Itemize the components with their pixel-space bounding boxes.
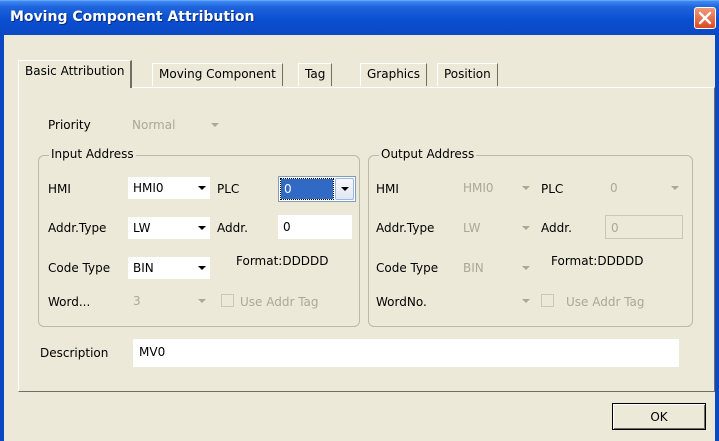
output-plc-select[interactable]: 0 (605, 177, 683, 199)
output-addr-type-label: Addr.Type (376, 221, 435, 235)
output-addr-type-value: LW (463, 221, 481, 235)
chevron-down-icon (522, 226, 530, 230)
tab-graphics[interactable]: Graphics (360, 63, 427, 86)
output-plc-value: 0 (610, 181, 618, 195)
tab-label: Moving Component (159, 67, 276, 81)
tab-tag[interactable]: Tag (298, 63, 333, 86)
description-label: Description (40, 346, 109, 360)
input-format-text: Format:DDDDD (236, 254, 329, 268)
chevron-down-icon (522, 299, 530, 303)
input-plc-value: 0 (284, 182, 292, 196)
chevron-down-icon (198, 299, 206, 303)
tab-label: Basic Attribution (25, 64, 125, 78)
chevron-down-icon (198, 266, 206, 270)
input-hmi-value: HMI0 (133, 181, 164, 195)
input-code-type-value: BIN (133, 261, 154, 275)
input-word-value: 3 (133, 294, 141, 308)
output-word-no-label: WordNo. (376, 295, 427, 309)
tab-label: Tag (305, 67, 326, 81)
chevron-down-icon (341, 187, 349, 191)
chevron-down-icon (671, 186, 679, 190)
output-hmi-label: HMI (376, 182, 399, 196)
input-plc-select[interactable]: 0 (278, 176, 356, 202)
priority-label: Priority (48, 118, 91, 132)
input-addr-label: Addr. (217, 221, 248, 235)
input-addr-type-value: LW (133, 221, 151, 235)
output-addr-type-select[interactable]: LW (458, 217, 534, 239)
input-addr-field[interactable]: 0 (278, 215, 352, 239)
input-use-addr-tag-checkbox[interactable] (221, 294, 234, 307)
output-use-addr-tag-label: Use Addr Tag (566, 295, 645, 309)
input-word-label: Word... (48, 295, 91, 309)
window-title: Moving Component Attribution (10, 9, 255, 25)
input-address-legend: Input Address (49, 147, 136, 161)
ok-button[interactable]: OK (612, 403, 706, 430)
chevron-down-icon (211, 123, 219, 127)
output-word-no-select[interactable] (458, 290, 534, 312)
description-field[interactable]: MV0 (133, 339, 679, 367)
input-addr-type-label: Addr.Type (48, 221, 107, 235)
output-hmi-select[interactable]: HMI0 (458, 177, 534, 199)
chevron-down-icon (522, 266, 530, 270)
output-code-type-value: BIN (463, 261, 484, 275)
output-use-addr-tag-checkbox[interactable] (541, 294, 554, 307)
tab-basic-attribution[interactable]: Basic Attribution (18, 60, 133, 88)
input-use-addr-tag-label: Use Addr Tag (240, 295, 319, 309)
output-address-legend: Output Address (379, 147, 477, 161)
chevron-down-icon (198, 186, 206, 190)
chevron-down-icon (522, 186, 530, 190)
input-word-select[interactable]: 3 (128, 290, 210, 312)
output-format-text: Format:DDDDD (551, 254, 644, 268)
tab-position[interactable]: Position (437, 63, 498, 86)
input-code-type-select[interactable]: BIN (128, 257, 210, 279)
output-addr-value: 0 (611, 221, 619, 235)
output-addr-field[interactable]: 0 (605, 215, 683, 239)
input-plc-selection: 0 (280, 178, 334, 200)
priority-value: Normal (132, 118, 176, 132)
window-frame-right (715, 35, 719, 441)
output-plc-label: PLC (541, 182, 564, 196)
close-icon (698, 11, 712, 25)
close-button[interactable] (694, 7, 716, 29)
ok-button-label: OK (650, 410, 668, 424)
input-code-type-label: Code Type (48, 261, 111, 275)
tab-moving-component[interactable]: Moving Component (152, 63, 283, 86)
output-addr-label: Addr. (541, 221, 572, 235)
input-addr-value: 0 (283, 220, 291, 234)
output-code-type-label: Code Type (376, 261, 439, 275)
description-value: MV0 (139, 345, 166, 359)
chevron-down-icon (198, 226, 206, 230)
input-addr-type-select[interactable]: LW (128, 217, 210, 239)
output-hmi-value: HMI0 (463, 181, 494, 195)
input-plc-dropdown-button[interactable] (335, 178, 354, 200)
input-hmi-label: HMI (48, 182, 71, 196)
priority-select[interactable]: Normal (127, 114, 223, 136)
title-bar: Moving Component Attribution (0, 0, 719, 35)
tab-label: Position (444, 67, 491, 81)
input-plc-label: PLC (217, 182, 240, 196)
tab-label: Graphics (367, 67, 420, 81)
input-hmi-select[interactable]: HMI0 (128, 177, 210, 199)
output-code-type-select[interactable]: BIN (458, 257, 534, 279)
window-frame-left (0, 35, 4, 441)
